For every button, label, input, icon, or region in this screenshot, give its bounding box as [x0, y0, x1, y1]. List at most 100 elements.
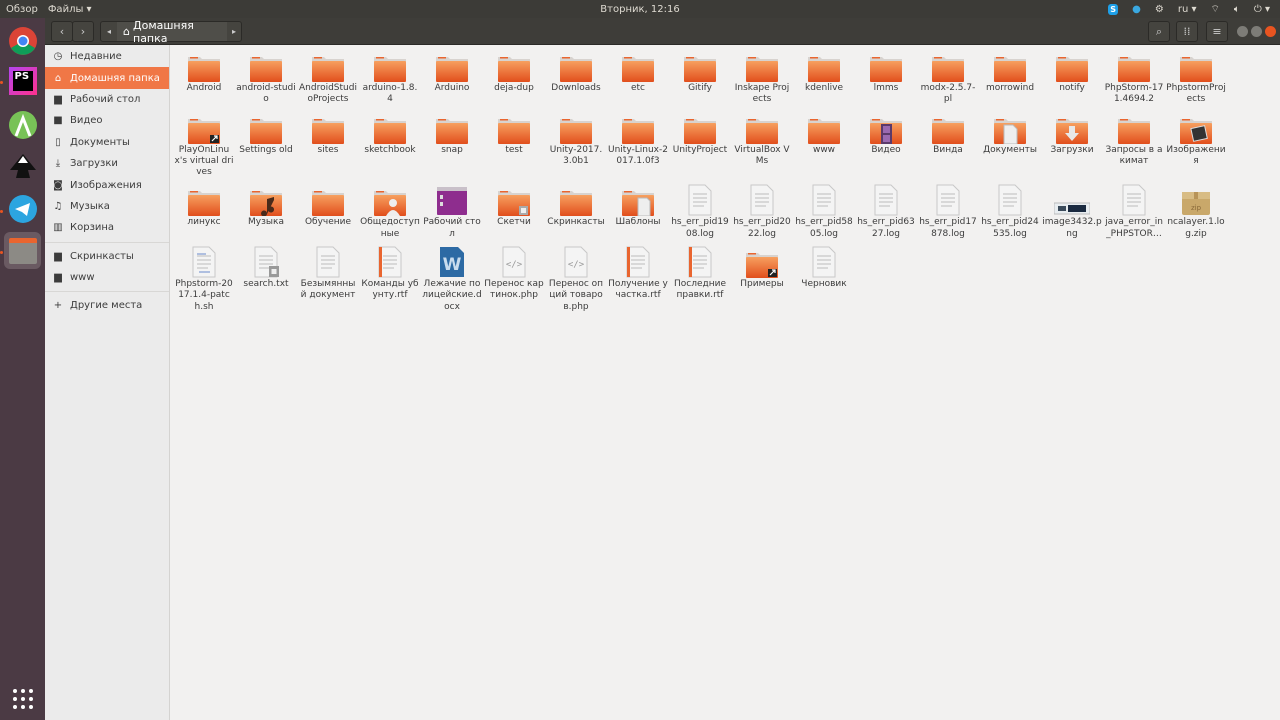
- clock[interactable]: Вторник, 12:16: [0, 4, 1280, 15]
- show-applications-icon[interactable]: [4, 680, 41, 717]
- folder-item[interactable]: Винда: [917, 112, 979, 156]
- file-item[interactable]: Черновик: [793, 246, 855, 290]
- folder-item[interactable]: Видео: [855, 112, 917, 156]
- folder-item[interactable]: Downloads: [545, 50, 607, 94]
- file-item[interactable]: hs_err_pid17878.log: [917, 184, 979, 240]
- folder-item[interactable]: Unity-Linux-2017.1.0f3: [607, 112, 669, 168]
- close-button[interactable]: [1265, 26, 1276, 37]
- sidebar-item-clock[interactable]: ◷ Недавние: [45, 46, 169, 67]
- android-studio-launcher-icon[interactable]: [4, 106, 41, 143]
- sidebar-item-folder[interactable]: ▆ Рабочий стол: [45, 89, 169, 110]
- settings-tray-icon[interactable]: ⚙: [1155, 4, 1164, 15]
- folder-item[interactable]: VirtualBox VMs: [731, 112, 793, 168]
- app-menu[interactable]: Файлы ▾: [48, 4, 92, 15]
- file-item[interactable]: hs_err_pid24535.log: [979, 184, 1041, 240]
- file-item[interactable]: </> Перенос картинок.php: [483, 246, 545, 302]
- file-item[interactable]: Безымянный документ: [297, 246, 359, 302]
- folder-item[interactable]: Arduino: [421, 50, 483, 94]
- files-launcher-icon[interactable]: [4, 232, 41, 269]
- folder-item[interactable]: modx-2.5.7-pl: [917, 50, 979, 106]
- wifi-icon[interactable]: ⌔: [1210, 3, 1219, 16]
- file-item[interactable]: image3432.png: [1041, 184, 1103, 240]
- file-item[interactable]: Phpstorm-2017.1.4-patch.sh: [173, 246, 235, 313]
- file-item[interactable]: java_error_in_PHPSTOR…: [1103, 184, 1165, 240]
- file-item[interactable]: hs_err_pid5805.log: [793, 184, 855, 240]
- file-item[interactable]: Последние правки.rtf: [669, 246, 731, 302]
- folder-item[interactable]: Settings old: [235, 112, 297, 156]
- folder-item[interactable]: kdenlive: [793, 50, 855, 94]
- folder-item[interactable]: Unity-2017.3.0b1: [545, 112, 607, 168]
- sidebar-item-music[interactable]: ♫ Музыка: [45, 196, 169, 217]
- folder-item[interactable]: sketchbook: [359, 112, 421, 156]
- folder-item[interactable]: lmms: [855, 50, 917, 94]
- folder-item[interactable]: Inskape Projects: [731, 50, 793, 106]
- file-item[interactable]: Команды убунту.rtf: [359, 246, 421, 302]
- menu-button[interactable]: ≡: [1206, 21, 1228, 42]
- folder-item[interactable]: etc: [607, 50, 669, 94]
- activities-button[interactable]: Обзор: [6, 4, 38, 15]
- folder-item[interactable]: Запросы в акимат: [1103, 112, 1165, 168]
- file-item[interactable]: zip ncalayer.1.log.zip: [1165, 184, 1227, 240]
- search-button[interactable]: ⌕: [1148, 21, 1170, 42]
- folder-item[interactable]: PlayOnLinux's virtual drives: [173, 112, 235, 179]
- folder-item[interactable]: AndroidStudioProjects: [297, 50, 359, 106]
- folder-item[interactable]: www: [793, 112, 855, 156]
- sidebar-bookmark[interactable]: ▆ www: [45, 267, 169, 288]
- minimize-button[interactable]: [1237, 26, 1248, 37]
- folder-item[interactable]: PhpStorm-171.4694.2: [1103, 50, 1165, 106]
- folder-item[interactable]: arduino-1.8.4: [359, 50, 421, 106]
- folder-item[interactable]: android-studio: [235, 50, 297, 106]
- view-toggle-button[interactable]: ⁞⁞: [1176, 21, 1198, 42]
- sidebar-item-document[interactable]: ▯ Документы: [45, 132, 169, 153]
- folder-item[interactable]: Музыка: [235, 184, 297, 228]
- folder-item[interactable]: Скетчи: [483, 184, 545, 228]
- sidebar-item-home[interactable]: ⌂ Домашняя папка: [45, 67, 169, 89]
- forward-button[interactable]: ›: [72, 21, 94, 42]
- phpstorm-launcher-icon[interactable]: PS: [4, 62, 41, 99]
- volume-icon[interactable]: 🔈︎: [1234, 4, 1240, 15]
- folder-item[interactable]: Рабочий стол: [421, 184, 483, 240]
- sidebar-item-video[interactable]: ■ Видео: [45, 110, 169, 131]
- file-item[interactable]: hs_err_pid2022.log: [731, 184, 793, 240]
- folder-item[interactable]: Примеры: [731, 246, 793, 290]
- sidebar-item-camera[interactable]: ◙ Изображения: [45, 174, 169, 195]
- chrome-launcher-icon[interactable]: [4, 22, 41, 59]
- file-item[interactable]: Получение участка.rtf: [607, 246, 669, 302]
- file-item[interactable]: </> Перенос опций товаров.php: [545, 246, 607, 313]
- language-indicator[interactable]: ru ▾: [1178, 4, 1197, 15]
- folder-item[interactable]: Общедоступные: [359, 184, 421, 240]
- sidebar-item-download[interactable]: ⤓ Загрузки: [45, 153, 169, 174]
- folder-item[interactable]: snap: [421, 112, 483, 156]
- folder-item[interactable]: Загрузки: [1041, 112, 1103, 156]
- folder-item[interactable]: Изображения: [1165, 112, 1227, 168]
- sidebar-other-locations[interactable]: + Другие места: [45, 295, 169, 316]
- folder-item[interactable]: Шаблоны: [607, 184, 669, 228]
- folder-item[interactable]: Gitify: [669, 50, 731, 94]
- file-item[interactable]: hs_err_pid1908.log: [669, 184, 731, 240]
- inkscape-launcher-icon[interactable]: [4, 148, 41, 185]
- telegram-launcher-icon[interactable]: [4, 190, 41, 227]
- folder-item[interactable]: Обучение: [297, 184, 359, 228]
- path-left-arrow[interactable]: ◂: [101, 27, 117, 36]
- folder-item[interactable]: notify: [1041, 50, 1103, 94]
- sidebar-bookmark[interactable]: ▆ Скринкасты: [45, 246, 169, 267]
- file-item[interactable]: hs_err_pid6327.log: [855, 184, 917, 240]
- maximize-button[interactable]: [1251, 26, 1262, 37]
- folder-item[interactable]: test: [483, 112, 545, 156]
- power-icon[interactable]: ⏻ ▾: [1254, 4, 1270, 15]
- folder-item[interactable]: morrowind: [979, 50, 1041, 94]
- folder-item[interactable]: PhpstormProjects: [1165, 50, 1227, 106]
- folder-item[interactable]: Скринкасты: [545, 184, 607, 228]
- skype-icon[interactable]: S: [1108, 3, 1119, 15]
- folder-item[interactable]: Android: [173, 50, 235, 94]
- path-right-arrow[interactable]: ▸: [227, 27, 241, 36]
- sidebar-item-trash[interactable]: ▥ Корзина: [45, 217, 169, 238]
- file-item[interactable]: W Лежачие полицейские.docx: [421, 246, 483, 313]
- back-button[interactable]: ‹: [51, 21, 73, 42]
- folder-item[interactable]: deja-dup: [483, 50, 545, 94]
- folder-item[interactable]: линукс: [173, 184, 235, 228]
- telegram-tray-icon[interactable]: ●: [1132, 4, 1141, 15]
- folder-item[interactable]: Документы: [979, 112, 1041, 156]
- folder-item[interactable]: UnityProject: [669, 112, 731, 156]
- file-item[interactable]: search.txt: [235, 246, 297, 290]
